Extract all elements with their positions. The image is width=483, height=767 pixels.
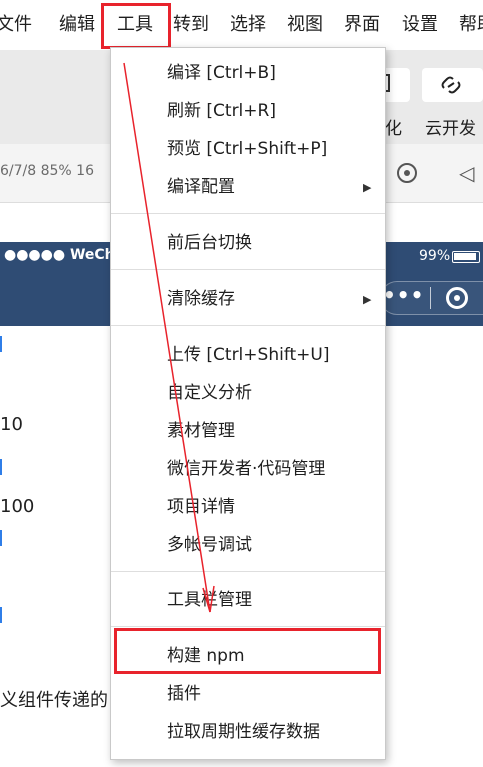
blue-marker [0, 459, 2, 475]
menu-separator [111, 571, 385, 572]
menu-item-compile-config[interactable]: 编译配置 [167, 176, 235, 198]
menu-item-upload[interactable]: 上传 [Ctrl+Shift+U] [167, 344, 330, 366]
menu-item-foreground-background[interactable]: 前后台切换 [167, 232, 252, 254]
menu-item-plugins[interactable]: 插件 [167, 683, 201, 705]
content-line-3: 义组件传递的 [0, 690, 108, 711]
menu-item-preview[interactable]: 预览 [Ctrl+Shift+P] [167, 138, 327, 160]
menu-item-refresh[interactable]: 刷新 [Ctrl+R] [167, 100, 276, 122]
target-icon[interactable] [446, 287, 468, 309]
tools-menu-highlight-box [101, 3, 171, 49]
menu-file[interactable]: 文件 [0, 12, 32, 38]
menu-interface[interactable]: 界面 [344, 12, 380, 38]
menu-goto[interactable]: 转到 [173, 12, 209, 38]
content-line-1: 10 [0, 414, 23, 435]
menu-settings[interactable]: 设置 [402, 12, 438, 38]
toolbar-button-link[interactable] [422, 68, 483, 102]
menu-separator [111, 269, 385, 270]
menu-item-asset-management[interactable]: 素材管理 [167, 420, 235, 442]
menu-item-fetch-periodic-cache[interactable]: 拉取周期性缓存数据 [167, 721, 320, 743]
menu-item-toolbar-management[interactable]: 工具栏管理 [167, 589, 252, 611]
record-icon[interactable] [397, 163, 417, 183]
build-npm-highlight-box [114, 628, 381, 674]
menubar: 文件 编辑 工具 转到 选择 视图 界面 设置 帮助 [0, 0, 483, 50]
menu-help[interactable]: 帮助 [459, 12, 483, 38]
menu-item-multi-account-debug[interactable]: 多帐号调试 [167, 534, 252, 556]
menu-item-code-management[interactable]: 微信开发者·代码管理 [167, 458, 325, 480]
menu-item-custom-analysis[interactable]: 自定义分析 [167, 382, 252, 404]
menu-separator [111, 213, 385, 214]
menu-separator [111, 325, 385, 326]
more-icon[interactable]: ••• [383, 283, 424, 307]
visualize-label[interactable]: 化 [385, 114, 402, 139]
content-line-2: 100 [0, 496, 35, 517]
blue-marker [0, 530, 2, 546]
menu-item-compile[interactable]: 编译 [Ctrl+B] [167, 62, 276, 84]
triangle-right-icon: ▶ [363, 293, 372, 306]
blue-marker [0, 607, 2, 623]
menu-item-clear-cache[interactable]: 清除缓存 [167, 288, 235, 310]
menu-select[interactable]: 选择 [230, 12, 266, 38]
battery-percent: 99% [419, 248, 451, 264]
menu-view[interactable]: 视图 [287, 12, 323, 38]
speaker-icon[interactable]: ◁ [459, 161, 474, 185]
device-info[interactable]: 6/7/8 85% 16 [0, 163, 94, 179]
blue-marker [0, 336, 2, 352]
cloud-dev-label[interactable]: 云开发 [425, 114, 476, 139]
menu-item-project-details[interactable]: 项目详情 [167, 496, 235, 518]
menu-separator [111, 626, 385, 627]
battery-icon [452, 251, 480, 263]
triangle-right-icon: ▶ [363, 181, 372, 194]
menu-edit[interactable]: 编辑 [59, 12, 95, 38]
link-icon [441, 76, 461, 94]
capsule-divider [430, 287, 431, 309]
